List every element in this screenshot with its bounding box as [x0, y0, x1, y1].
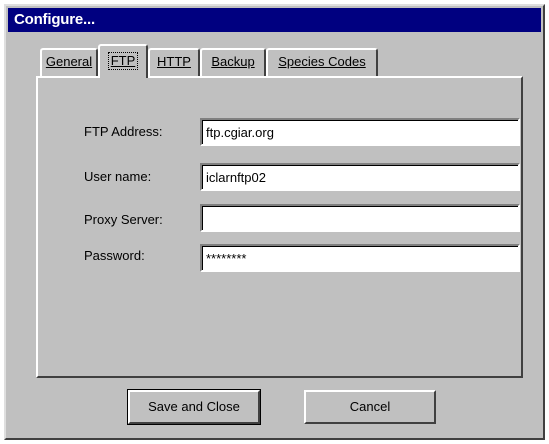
tab-http[interactable]: HTTP	[148, 48, 200, 76]
title-bar[interactable]: Configure...	[8, 8, 541, 32]
tab-backup[interactable]: Backup	[200, 48, 266, 76]
user-name-input[interactable]	[200, 163, 520, 191]
window-title: Configure...	[14, 11, 95, 28]
cancel-button[interactable]: Cancel	[304, 390, 436, 424]
configure-dialog: Configure... General FTP HTTP Backup Spe…	[4, 4, 545, 440]
proxy-server-label: Proxy Server:	[84, 212, 163, 227]
tab-general-label: General	[45, 54, 93, 69]
tab-species-codes-label: Species Codes	[278, 54, 366, 69]
save-and-close-button[interactable]: Save and Close	[127, 389, 261, 425]
user-name-label: User name:	[84, 169, 152, 184]
ftp-address-label: FTP Address:	[84, 124, 163, 139]
password-input[interactable]	[200, 244, 520, 272]
ftp-tab-panel: FTP Address: User name: Proxy Server: Pa…	[36, 76, 523, 378]
proxy-server-input[interactable]	[200, 204, 520, 232]
tab-backup-label: Backup	[211, 54, 255, 69]
ftp-address-input[interactable]	[200, 118, 520, 146]
tab-http-label: HTTP	[157, 54, 191, 69]
save-and-close-label: Save and Close	[148, 399, 240, 414]
password-label: Password:	[84, 248, 145, 263]
tab-ftp-label: FTP	[107, 52, 139, 70]
tab-ftp[interactable]: FTP	[98, 44, 148, 78]
cancel-label: Cancel	[349, 399, 391, 414]
tab-general[interactable]: General	[40, 48, 98, 76]
tab-species-codes[interactable]: Species Codes	[266, 48, 378, 76]
